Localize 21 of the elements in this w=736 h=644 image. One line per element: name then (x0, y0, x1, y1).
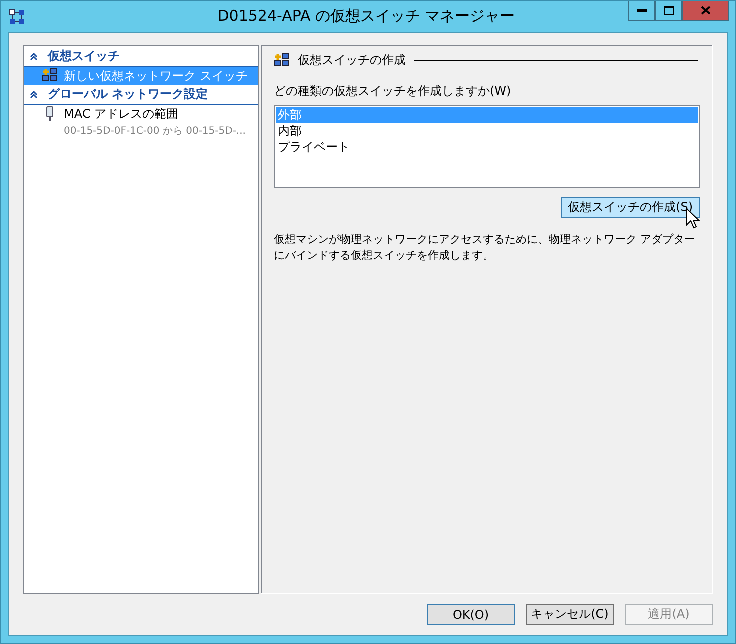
dialog-button[interactable]: キャンセル(C) (526, 604, 614, 625)
switch-manager-icon (9, 8, 25, 24)
minimize-icon (636, 8, 646, 12)
maximize-button[interactable] (655, 1, 682, 21)
minimize-button[interactable] (628, 1, 655, 21)
network-switch-icon (274, 52, 290, 68)
dialog-button[interactable]: OK(O) (427, 604, 515, 625)
list-option[interactable]: プライベート (276, 139, 698, 155)
collapse-icon (30, 90, 38, 98)
list-option[interactable]: 内部 (276, 123, 698, 139)
section-heading: 仮想スイッチの作成 (298, 52, 406, 69)
list-label: どの種類の仮想スイッチを作成しますか(W) (274, 83, 512, 100)
sidebar-item[interactable]: MAC アドレスの範囲 00-15-5D-0F-1C-00 から 00-15-5D-... (24, 105, 258, 139)
close-icon (700, 6, 710, 15)
maximize-icon (664, 6, 674, 15)
close-button[interactable] (682, 1, 729, 21)
collapse-icon (30, 52, 38, 60)
section-header[interactable]: グローバル ネットワーク設定 (24, 85, 258, 105)
description-text: 仮想マシンが物理ネットワークにアクセスするために、物理ネットワーク アダプターにバインドする仮想スイッチを作成します。 (274, 232, 696, 264)
network-switch-icon (42, 68, 58, 84)
window-title: D01524-APA の仮想スイッチ マネージャー (216, 7, 516, 26)
